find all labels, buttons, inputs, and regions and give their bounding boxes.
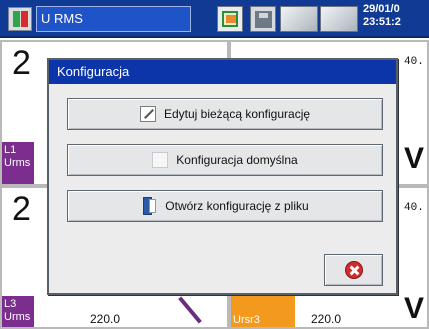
clock: 29/01/0 23:51:2: [363, 3, 401, 29]
sync-icon[interactable]: [217, 6, 243, 32]
edit-current-config-button[interactable]: Edytuj bieżącą konfigurację: [67, 98, 383, 130]
default-document-icon: [152, 152, 169, 168]
channel-title[interactable]: U RMS: [36, 6, 191, 32]
default-config-button[interactable]: Konfiguracja domyślna: [67, 144, 383, 176]
app-logo-icon[interactable]: [8, 7, 32, 31]
clock-date: 29/01/0: [363, 3, 400, 15]
panel-tick-value: 40.: [404, 56, 424, 68]
tag-line-1: L3: [4, 298, 17, 310]
disk-icon[interactable]: [250, 6, 276, 32]
top-bar: U RMS 29/01/0 23:51:2: [0, 0, 429, 38]
panel-value-l3: 220.0: [90, 312, 121, 326]
clock-time: 23:51:2: [363, 16, 401, 28]
panel-tick-value-r: 40.: [404, 202, 424, 214]
tag-line-2: Urms: [4, 157, 31, 169]
tag-line-1: L1: [4, 144, 17, 156]
open-config-file-button[interactable]: Otwórz konfigurację z pliku: [67, 190, 383, 222]
edit-pencil-icon: [139, 106, 156, 122]
configuration-dialog: Konfiguracja Edytuj bieżącą konfigurację…: [47, 58, 398, 295]
panel-v-mark-r: V: [404, 292, 425, 325]
panel-tag-l3: L3 Urms: [2, 296, 34, 327]
panel-big-value: 2: [12, 44, 31, 82]
button-label: Otwórz konfigurację z pliku: [165, 199, 309, 213]
panel-big-value-l3: 2: [12, 190, 31, 228]
toolbar-blank-button-2[interactable]: [320, 6, 358, 32]
panel-tag-ursr3: Ursr3: [231, 296, 295, 327]
panel-v-mark: V: [404, 142, 425, 175]
close-x-icon: [344, 261, 363, 279]
panel-value-ursr3: 220.0: [311, 312, 342, 326]
button-label: Edytuj bieżącą konfigurację: [163, 107, 311, 121]
panel-tag-l1: L1 Urms: [2, 142, 34, 184]
tag-line-2: Urms: [4, 311, 31, 323]
tag-line-1: Ursr3: [233, 314, 260, 326]
dialog-title: Konfiguracja: [49, 60, 396, 84]
toolbar-blank-button-1[interactable]: [280, 6, 318, 32]
button-label: Konfiguracja domyślna: [176, 153, 298, 167]
close-button[interactable]: [324, 254, 383, 286]
open-file-icon: [141, 197, 157, 215]
panel-wave-stroke: [178, 296, 202, 324]
